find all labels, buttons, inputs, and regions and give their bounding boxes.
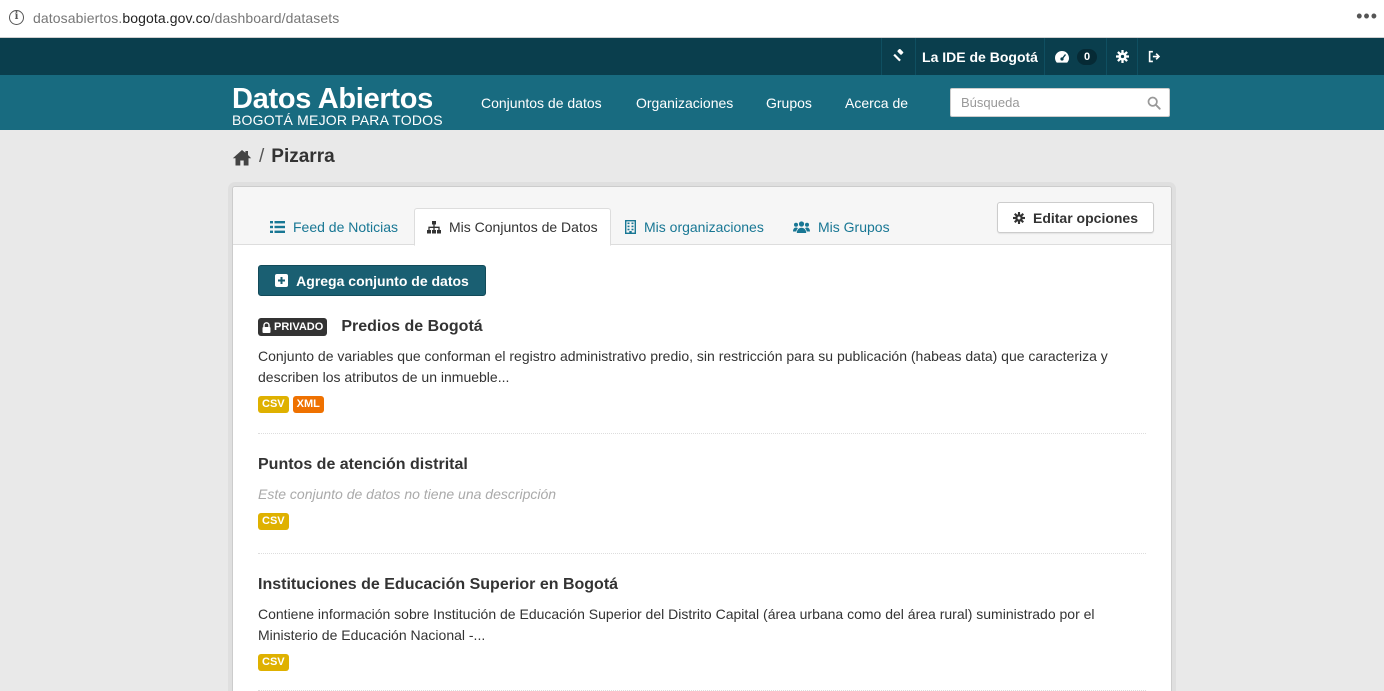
breadcrumb: / Pizarra	[232, 146, 335, 168]
building-icon	[625, 219, 636, 234]
notification-count-badge: 0	[1076, 48, 1098, 65]
format-badge-csv[interactable]: CSV	[258, 396, 289, 413]
format-badge-xml[interactable]: XML	[292, 396, 324, 413]
dataset-item: PRIVADO Predios de Bogotá Conjunto de va…	[258, 317, 1146, 434]
dataset-title-link[interactable]: Predios de Bogotá	[341, 318, 482, 336]
tab-news-feed[interactable]: Feed de Noticias	[270, 208, 398, 245]
info-icon[interactable]: i	[9, 10, 24, 25]
dataset-heading: Puntos de atención distrital	[258, 455, 1146, 475]
dataset-item: Instituciones de Educación Superior en B…	[258, 575, 1146, 691]
plus-square-icon	[275, 274, 289, 287]
add-dataset-button[interactable]: Agrega conjunto de datos	[258, 265, 486, 296]
dataset-heading: PRIVADO Predios de Bogotá	[258, 317, 1146, 337]
search-input[interactable]	[951, 89, 1131, 116]
private-badge: PRIVADO	[258, 318, 328, 336]
lock-icon	[262, 321, 271, 333]
site-subtitle: BOGOTÁ MEJOR PARA TODOS	[232, 112, 443, 128]
nav-item-groups[interactable]: Grupos	[766, 95, 812, 111]
edit-options-button[interactable]: Editar opciones	[997, 202, 1154, 233]
url-host: bogota.gov.co	[122, 10, 211, 26]
dashboard-tabs-header: Feed de Noticias Mis Conjuntos de Datos …	[233, 187, 1171, 246]
home-icon[interactable]	[232, 149, 252, 166]
main-navbar: Datos Abiertos BOGOTÁ MEJOR PARA TODOS C…	[0, 75, 1384, 130]
format-badge-csv[interactable]: CSV	[258, 654, 289, 671]
breadcrumb-current[interactable]: Pizarra	[271, 146, 334, 168]
sitemap-icon	[427, 220, 441, 234]
site-title[interactable]: Datos Abiertos	[232, 82, 433, 116]
tab-my-datasets[interactable]: Mis Conjuntos de Datos	[414, 208, 611, 246]
logout-link[interactable]	[1137, 38, 1171, 75]
user-ide-link[interactable]: La IDE de Bogotá	[915, 38, 1044, 75]
dataset-formats: CSV	[258, 654, 1146, 671]
list-icon	[270, 220, 285, 233]
dataset-formats: CSV	[258, 513, 1146, 530]
search-icon[interactable]	[1147, 96, 1161, 110]
dataset-formats: CSV XML	[258, 396, 1146, 413]
gavel-icon	[893, 49, 904, 62]
dashboard-link[interactable]: 0	[1044, 38, 1106, 75]
private-label: PRIVADO	[274, 321, 324, 333]
browser-address-bar[interactable]: i datosabiertos.bogota.gov.co/dashboard/…	[0, 0, 1384, 38]
url-text[interactable]: datosabiertos.bogota.gov.co/dashboard/da…	[33, 10, 339, 26]
gear-icon	[1012, 211, 1025, 224]
tab-my-groups[interactable]: Mis Grupos	[793, 208, 890, 245]
dataset-notes: Conjunto de variables que conforman el r…	[258, 348, 1108, 385]
tab-my-organizations[interactable]: Mis organizaciones	[625, 208, 764, 245]
dashboard-panel: Feed de Noticias Mis Conjuntos de Datos …	[232, 186, 1172, 691]
dataset-notes: Contiene información sobre Institución d…	[258, 606, 1095, 643]
edit-options-label: Editar opciones	[1032, 209, 1139, 226]
tab-label: Feed de Noticias	[293, 218, 399, 235]
gear-icon	[1115, 50, 1129, 63]
breadcrumb-separator: /	[259, 146, 265, 167]
sysadmin-link[interactable]	[881, 38, 915, 75]
nav-item-organizations[interactable]: Organizaciones	[636, 95, 733, 111]
dataset-title-link[interactable]: Puntos de atención distrital	[258, 456, 468, 474]
dataset-item: Puntos de atención distrital Este conjun…	[258, 455, 1146, 554]
format-badge-csv[interactable]: CSV	[258, 513, 289, 530]
group-icon	[793, 220, 810, 233]
more-menu-icon[interactable]: •••	[1356, 7, 1378, 25]
dashboard-icon	[1054, 51, 1069, 63]
settings-link[interactable]	[1106, 38, 1137, 75]
url-path: /dashboard/datasets	[210, 10, 340, 26]
sign-out-icon	[1148, 50, 1161, 63]
account-masthead: La IDE de Bogotá 0	[0, 38, 1384, 75]
tab-label: Mis Grupos	[818, 218, 890, 235]
nav-item-datasets[interactable]: Conjuntos de datos	[481, 95, 602, 111]
dataset-heading: Instituciones de Educación Superior en B…	[258, 575, 1146, 595]
url-prefix: datosabiertos.	[33, 10, 123, 26]
tab-label: Mis Conjuntos de Datos	[449, 219, 598, 235]
search-box	[950, 88, 1170, 117]
dataset-title-link[interactable]: Instituciones de Educación Superior en B…	[258, 576, 618, 594]
nav-item-about[interactable]: Acerca de	[845, 95, 908, 111]
add-dataset-label: Agrega conjunto de datos	[296, 272, 469, 289]
dataset-notes: Este conjunto de datos no tiene una desc…	[258, 486, 557, 502]
tab-label: Mis organizaciones	[644, 218, 764, 235]
